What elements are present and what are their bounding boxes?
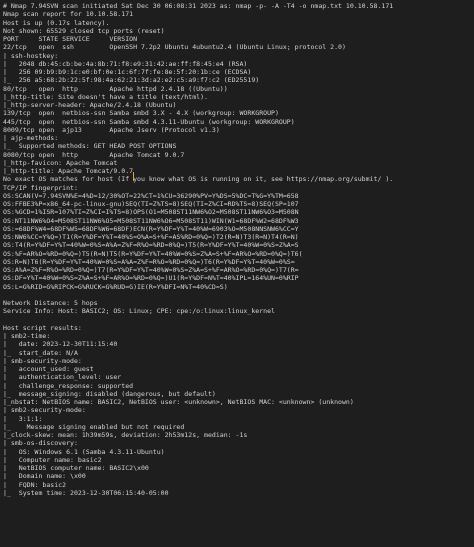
terminal-line: | FQDN: basic2 <box>3 480 67 489</box>
terminal-line: | smb2-security-mode: <box>3 406 86 415</box>
terminal-line: | OS: Windows 6.1 (Samba 4.3.11-Ubuntu) <box>3 447 165 456</box>
terminal-line: 8080/tcp open http Apache Tomcat 9.0.7 <box>3 150 185 159</box>
terminal-line: | 2048 db:45:cb:be:4a:8b:71:f8:e9:31:42:… <box>3 59 248 68</box>
terminal-line: 8009/tcp open ajp13 Apache Jserv (Protoc… <box>3 125 220 134</box>
terminal-line: 445/tcp open netbios-ssn Samba smbd 4.3.… <box>3 117 295 126</box>
terminal-line: Not shown: 65529 closed tcp ports (reset… <box>3 26 165 35</box>
terminal-line: |_http-title: Site doesn't have a title … <box>3 92 208 101</box>
terminal-line: OS:DF=Y%T=40%W=0%S=Z%A=S+%F=AR%O=%RD=0%Q… <box>3 274 299 283</box>
terminal-line: 80/tcp open http Apache httpd 2.4.18 ((U… <box>3 84 228 93</box>
terminal-line: | ssh-hostkey: <box>3 51 59 60</box>
terminal-line: |_http-title: Apache Tomcat/9.0.7 <box>3 167 134 175</box>
terminal-line: | 256 09:b9:b9:1c:e0:bf:0e:1c:6f:7f:fe:8… <box>3 68 252 76</box>
terminal-line: |_ start_date: N/A <box>3 348 78 357</box>
terminal-line: | smb-os-discovery: <box>3 439 78 448</box>
terminal-line: |_ Supported methods: GET HEAD POST OPTI… <box>3 142 177 151</box>
terminal-line: OS:R=N)T6(R=Y%DF=Y%T=40%W=0%S=A%A=Z%F=R%… <box>3 257 295 266</box>
terminal-line: OS:NT11NW6%O4=M508ST11NW6%O5=M508ST11NW6… <box>3 216 299 225</box>
terminal-line: # Nmap 7.94SVN scan initiated Sat Dec 30… <box>3 2 394 10</box>
terminal-line: |_ 256 a5:68:2b:22:5f:98:4a:62:21:3d:a2:… <box>3 76 260 85</box>
terminal-line: 139/tcp open netbios-ssn Samba smbd 3.X … <box>3 109 279 118</box>
terminal-line: | ajp-methods: <box>3 134 59 142</box>
terminal-line: |_ message_signing: disabled (dangerous,… <box>3 389 216 398</box>
terminal-line: | 3:1:1: <box>3 414 43 423</box>
terminal-line: | account_used: guest <box>3 365 94 373</box>
terminal-line: |_http-favicon: Apache Tomcat <box>3 158 118 167</box>
terminal-line: | NetBIOS computer name: BASIC2\x00 <box>3 464 149 472</box>
terminal-line: Network Distance: 5 hops <box>3 299 98 307</box>
terminal-line: |_ System time: 2023-12-30T06:15:40-05:0… <box>3 488 169 497</box>
terminal-line: OS:%GCD=1%ISR=107%TI=Z%CI=I%TS=8)OPS(O1=… <box>3 208 299 217</box>
terminal-output[interactable]: # Nmap 7.94SVN scan initiated Sat Dec 30… <box>0 0 474 547</box>
terminal-line: OS:=68DF%W4=68DF%W5=68DF%W6=68DF)ECN(R=Y… <box>3 224 299 233</box>
terminal-line: OS:NW6%CC=Y%Q=)T1(R=Y%DF=Y%T=40%S=O%A=S+… <box>3 233 299 241</box>
terminal-line: | challenge_response: supported <box>3 381 134 390</box>
terminal-line: |_clock-skew: mean: 1h39m59s, deviation:… <box>3 431 248 439</box>
terminal-line: | Domain name: \x00 <box>3 472 86 481</box>
terminal-lines: # Nmap 7.94SVN scan initiated Sat Dec 30… <box>3 2 471 497</box>
terminal-line: Host is up (0.17s latency). <box>3 18 110 27</box>
terminal-line: | authentication_level: user <box>3 373 122 382</box>
terminal-line: 22/tcp open ssh OpenSSH 7.2p2 Ubuntu 4ub… <box>3 43 346 52</box>
terminal-line: OS:%F=AR%O=%RD=0%Q=)T5(R=N)T5(R=Y%DF=Y%T… <box>3 249 303 258</box>
terminal-line: No exact OS matches for host (If you kno… <box>3 175 394 184</box>
terminal-line: OS:FFBE3%P=x86_64-pc-linux-gnu)SEQ(TI=Z%… <box>3 200 299 208</box>
terminal-line: Service Info: Host: BASIC2; OS: Linux; C… <box>3 307 275 316</box>
terminal-line: | date: 2023-12-30T11:15:40 <box>3 340 118 349</box>
terminal-line: OS:L=G%RID=G%RIPCK=G%RUCK=G%RUD=G)IE(R=Y… <box>3 282 228 291</box>
terminal-line: Host script results: <box>3 323 82 332</box>
terminal-line: TCP/IP fingerprint: <box>3 183 78 192</box>
terminal-line: OS:SCAN(V=7.94SVN%E=4%D=12/30%OT=22%CT=1… <box>3 191 299 200</box>
terminal-line: |_nbstat: NetBIOS name: BASIC2, NetBIOS … <box>3 398 354 406</box>
terminal-line: | smb2-time: <box>3 332 51 340</box>
terminal-line: |_ Message signing enabled but not requi… <box>3 422 185 431</box>
terminal-line: | Computer name: basic2 <box>3 455 102 464</box>
terminal-line: PORT STATE SERVICE VERSION <box>3 35 138 43</box>
text-cursor <box>133 172 134 181</box>
terminal-line: Nmap scan report for 10.10.58.171 <box>3 10 134 19</box>
terminal-line: | smb-security-mode: <box>3 356 82 365</box>
terminal-line: OS:T4(R=Y%DF=Y%T=40%W=0%S=A%A=Z%F=R%O=%R… <box>3 241 299 250</box>
terminal-line: OS:A%A=Z%F=R%O=%RD=0%Q=)T7(R=Y%DF=Y%T=40… <box>3 266 299 274</box>
terminal-line: |_http-server-header: Apache/2.4.18 (Ubu… <box>3 101 177 109</box>
